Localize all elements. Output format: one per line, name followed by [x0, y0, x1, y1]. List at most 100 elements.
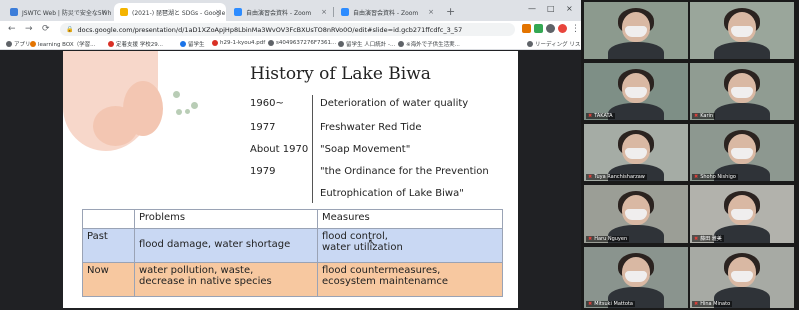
- participant-name: ✖ TAKATA: [586, 113, 615, 119]
- menu-icon[interactable]: ⋮: [571, 23, 580, 35]
- timeline-event: "the Ordinance for the Prevention: [320, 166, 489, 177]
- tab-google-slides[interactable]: (2021-) 琵琶湖と SDGs - Google スライ ×: [114, 3, 226, 21]
- bookmark-support[interactable]: 定着支援 学校29...: [108, 40, 163, 48]
- table-row: Now water pollution, waste, decrease in …: [82, 262, 503, 297]
- participant-tile[interactable]: ✖ Hina Minato: [690, 247, 794, 308]
- back-icon[interactable]: ←: [8, 23, 16, 35]
- table-header-row: Problems Measures: [82, 209, 503, 229]
- muted-mic-icon: ✖: [694, 301, 699, 307]
- timeline-event: "Soap Movement": [320, 144, 411, 155]
- participant-body: [608, 103, 664, 120]
- face-mask: [731, 209, 753, 220]
- participant-tile[interactable]: ✖ Haru Nguyen: [584, 185, 688, 243]
- participant-tile[interactable]: ✖ Mitsuki Mattota: [584, 247, 688, 308]
- mouse-cursor-icon: ↖: [368, 238, 376, 248]
- reading-list[interactable]: リーディング リスト: [527, 40, 586, 48]
- profile-icon[interactable]: [546, 24, 555, 33]
- tab-label: JSWTC Web | 防災で安全な5Wh: [22, 9, 112, 17]
- zoom-favicon: [234, 8, 242, 16]
- tab-divider: [333, 7, 334, 17]
- face-mask: [625, 26, 647, 37]
- tab-zoom-1[interactable]: 自由演習会資料 - Zoom ×: [228, 3, 332, 21]
- participant-name: ✖ Tuya Ranchisharzaw: [586, 174, 647, 180]
- tab-label: (2021-) 琵琶湖と SDGs - Google スライ: [132, 9, 226, 17]
- participant-tile[interactable]: ✖ 藤田 雅美: [690, 185, 794, 243]
- timeline-event: Deterioration of water quality: [320, 98, 469, 109]
- participant-tile[interactable]: ✖ Karin: [690, 63, 794, 120]
- table-header-cell: Measures: [317, 209, 503, 229]
- bookmark-overseas[interactable]: ※海外で子供生活実...: [398, 40, 460, 48]
- participant-body: [608, 42, 664, 59]
- bookmark-s4049[interactable]: s4049637276F7361...: [268, 40, 336, 46]
- timeline-year: 1960~: [250, 98, 284, 109]
- participant-tile[interactable]: ✖ Shoho Nishigo: [690, 124, 794, 181]
- extension-icon[interactable]: [522, 24, 531, 33]
- pdf-icon: [212, 40, 218, 46]
- muted-mic-icon: ✖: [694, 235, 699, 242]
- table-header-cell: Problems: [134, 209, 318, 229]
- zoom-gallery: ✖ TAKATA ✖ Karin ✖ Tuya Ranchisharzaw ✖ Shoho N…: [581, 0, 799, 310]
- reload-icon[interactable]: ⟳: [42, 23, 50, 35]
- bookmark-students[interactable]: 留学生: [180, 40, 205, 48]
- participant-tile[interactable]: ✖ TAKATA: [584, 63, 688, 120]
- address-bar[interactable]: 🔒 docs.google.com/presentation/d/1aD1XZo…: [60, 23, 515, 36]
- timeline-year: 1979: [250, 166, 276, 177]
- face-mask: [625, 87, 647, 98]
- participant-name: ✖ 藤田 雅美: [692, 235, 724, 242]
- timeline-event: Eutrophication of Lake Biwa": [320, 188, 464, 199]
- bookmark-icon: [398, 41, 404, 47]
- bookmark-apps[interactable]: アプリ: [6, 40, 31, 48]
- slide-title: History of Lake Biwa: [250, 64, 431, 84]
- bookmark-icon: [30, 41, 36, 47]
- tab-close-icon[interactable]: ×: [215, 8, 221, 16]
- browser-toolbar: ← → ⟳ 🔒 docs.google.com/presentation/d/1…: [0, 21, 581, 38]
- participant-name: ✖ Shoho Nishigo: [692, 174, 738, 180]
- minimize-icon[interactable]: —: [528, 4, 536, 13]
- new-tab-icon[interactable]: +: [446, 5, 455, 18]
- tab-label: 自由演習会資料 - Zoom: [353, 9, 419, 17]
- window-close-icon[interactable]: ×: [566, 4, 573, 13]
- participant-body: [714, 103, 770, 120]
- measures-cell: flood control, water utilization: [317, 228, 503, 263]
- extension-icon[interactable]: [534, 24, 543, 33]
- timeline-year: 1977: [250, 122, 276, 133]
- bookmark-pdf[interactable]: h29-1-kyou4.pdf: [212, 40, 265, 46]
- participant-tile[interactable]: ✖ Tuya Ranchisharzaw: [584, 124, 688, 181]
- face-mask: [625, 209, 647, 220]
- participant-tile[interactable]: [690, 2, 794, 59]
- forward-icon[interactable]: →: [25, 23, 33, 35]
- account-avatar[interactable]: [558, 24, 567, 33]
- tab-favicon: [10, 8, 18, 16]
- reading-list-icon: [527, 41, 533, 47]
- bookmark-icon: [268, 40, 274, 46]
- tab-label: 自由演習会資料 - Zoom: [246, 9, 312, 17]
- presentation-slide: History of Lake Biwa 1960~ Deterioration…: [63, 51, 518, 308]
- decorative-dot: [176, 109, 182, 115]
- timeline-event: Freshwater Red Tide: [320, 122, 422, 133]
- participant-body: [714, 42, 770, 59]
- muted-mic-icon: ✖: [588, 174, 593, 180]
- tab-close-icon[interactable]: ×: [428, 8, 434, 16]
- tab-close-icon[interactable]: ×: [101, 8, 107, 16]
- decorative-dot: [191, 102, 198, 109]
- face-mask: [731, 87, 753, 98]
- muted-mic-icon: ✖: [694, 113, 699, 119]
- participant-tile[interactable]: [584, 2, 688, 59]
- bookmark-icon: [338, 41, 344, 47]
- face-mask: [625, 148, 647, 159]
- row-label: Now: [82, 262, 135, 297]
- url-text: docs.google.com/presentation/d/1aD1XZoAp…: [77, 25, 463, 34]
- problems-measures-table: Problems Measures Past flood damage, wat…: [82, 209, 503, 297]
- maximize-icon[interactable]: □: [547, 4, 555, 13]
- bookmark-icon: [108, 41, 114, 47]
- tab-close-icon[interactable]: ×: [321, 8, 327, 16]
- decorative-dot: [173, 91, 180, 98]
- bookmark-learningbox[interactable]: learning BOX（学習...: [30, 40, 95, 48]
- browser-window: JSWTC Web | 防災で安全な5Wh × (2021-) 琵琶湖と SDG…: [0, 0, 586, 310]
- participant-name: ✖ Karin: [692, 113, 716, 119]
- tab-strip: JSWTC Web | 防災で安全な5Wh × (2021-) 琵琶湖と SDG…: [0, 0, 581, 21]
- tab-jswtc[interactable]: JSWTC Web | 防災で安全な5Wh ×: [4, 3, 112, 21]
- bookmark-statistics[interactable]: 留学生 人口統計 -...: [338, 40, 395, 48]
- bookmark-icon: [180, 41, 186, 47]
- tab-zoom-2[interactable]: 自由演習会資料 - Zoom ×: [335, 3, 439, 21]
